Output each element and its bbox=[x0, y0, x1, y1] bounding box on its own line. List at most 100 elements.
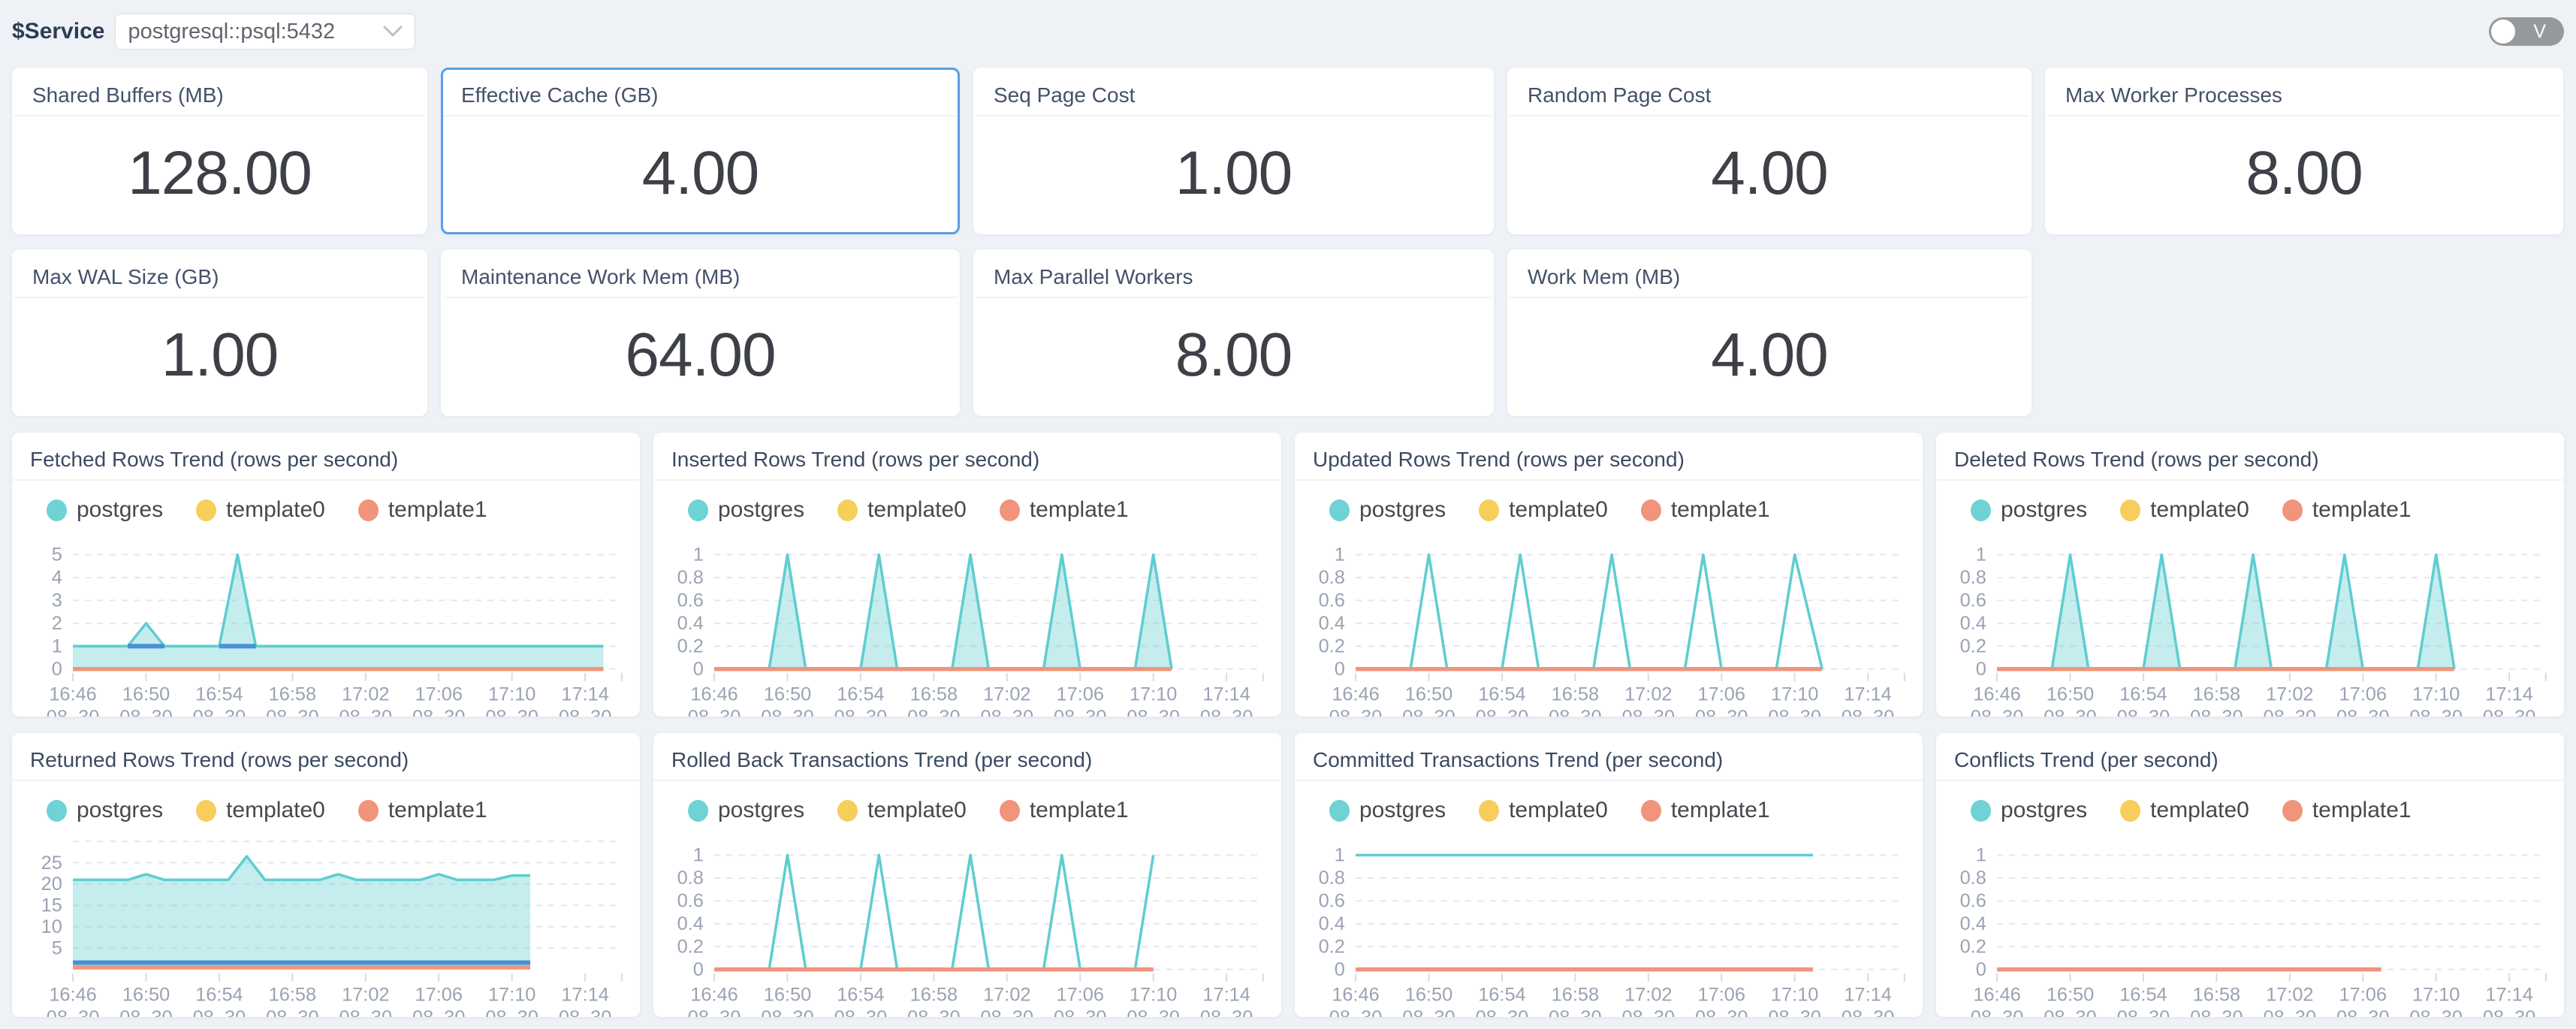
chart-canvas[interactable]: 00.20.40.60.8116:4608–3016:5008–3016:540… bbox=[1295, 825, 1923, 1017]
stat-card[interactable]: Random Page Cost 4.00 bbox=[1507, 68, 2032, 234]
chart-canvas[interactable]: 00.20.40.60.8116:4608–3016:5008–3016:540… bbox=[1295, 524, 1923, 717]
svg-text:0.4: 0.4 bbox=[1319, 913, 1345, 934]
stat-card-body: 4.00 bbox=[443, 116, 958, 231]
legend-label: postgres bbox=[77, 497, 163, 523]
legend-item[interactable]: template1 bbox=[1000, 798, 1129, 823]
legend-label: template0 bbox=[226, 798, 325, 823]
legend-item[interactable]: template0 bbox=[837, 497, 967, 523]
svg-text:08–30: 08–30 bbox=[412, 1007, 466, 1017]
chart-canvas[interactable]: 51015202516:4608–3016:5008–3016:5408–301… bbox=[12, 825, 640, 1017]
svg-text:0.2: 0.2 bbox=[1960, 936, 1986, 957]
svg-text:16:46: 16:46 bbox=[690, 683, 738, 705]
legend-label: template0 bbox=[1509, 497, 1608, 523]
svg-text:08–30: 08–30 bbox=[1768, 1007, 1821, 1017]
svg-text:16:58: 16:58 bbox=[1552, 683, 1599, 705]
legend-item[interactable]: postgres bbox=[1329, 798, 1446, 823]
svg-text:17:10: 17:10 bbox=[1771, 683, 1818, 705]
svg-text:3: 3 bbox=[52, 590, 62, 611]
chart-legend: postgres template0 template1 bbox=[1936, 481, 2564, 524]
svg-text:1: 1 bbox=[693, 845, 704, 866]
stat-card[interactable]: Effective Cache (GB) 4.00 bbox=[441, 68, 960, 234]
legend-item[interactable]: template1 bbox=[358, 798, 487, 823]
chart-panel: Committed Transactions Trend (per second… bbox=[1295, 733, 1923, 1017]
svg-text:17:02: 17:02 bbox=[2266, 984, 2313, 1005]
chart-canvas[interactable]: 00.20.40.60.8116:4608–3016:5008–3016:540… bbox=[653, 524, 1281, 717]
stat-card[interactable]: Maintenance Work Mem (MB) 64.00 bbox=[441, 249, 960, 416]
svg-text:17:02: 17:02 bbox=[983, 683, 1030, 705]
svg-text:08–30: 08–30 bbox=[1971, 1007, 2024, 1017]
svg-text:08–30: 08–30 bbox=[907, 707, 961, 717]
chart-panel-header: Conflicts Trend (per second) bbox=[1936, 733, 2564, 781]
svg-text:08–30: 08–30 bbox=[2044, 1007, 2097, 1017]
legend-item[interactable]: template1 bbox=[2282, 798, 2412, 823]
toggle-label: V bbox=[2533, 21, 2546, 43]
view-toggle[interactable]: V bbox=[2489, 17, 2564, 46]
stat-card-header: Max WAL Size (GB) bbox=[14, 252, 425, 298]
legend-item[interactable]: template0 bbox=[196, 798, 325, 823]
chart-legend: postgres template0 template1 bbox=[1936, 781, 2564, 825]
legend-item[interactable]: template1 bbox=[2282, 497, 2412, 523]
svg-text:17:10: 17:10 bbox=[2412, 683, 2460, 705]
legend-item[interactable]: template0 bbox=[2120, 497, 2249, 523]
stat-card[interactable]: Max Parallel Workers 8.00 bbox=[973, 249, 1494, 416]
legend-item[interactable]: template0 bbox=[2120, 798, 2249, 823]
svg-text:0.8: 0.8 bbox=[1319, 868, 1345, 889]
legend-item[interactable]: template0 bbox=[196, 497, 325, 523]
svg-text:0.6: 0.6 bbox=[1319, 590, 1345, 611]
legend-dot-icon bbox=[1971, 800, 1991, 822]
stat-card[interactable]: Max Worker Processes 8.00 bbox=[2045, 68, 2563, 234]
chart-canvas[interactable]: 01234516:4608–3016:5008–3016:5408–3016:5… bbox=[12, 524, 640, 717]
svg-text:0: 0 bbox=[1976, 959, 1986, 980]
svg-text:08–30: 08–30 bbox=[119, 1007, 173, 1017]
chart-canvas[interactable]: 00.20.40.60.8116:4608–3016:5008–3016:540… bbox=[1936, 524, 2564, 717]
chart-canvas[interactable]: 00.20.40.60.8116:4608–3016:5008–3016:540… bbox=[1936, 825, 2564, 1017]
stat-card[interactable]: Max WAL Size (GB) 1.00 bbox=[12, 249, 427, 416]
stat-card-title: Seq Page Cost bbox=[994, 83, 1135, 107]
stat-card-header: Work Mem (MB) bbox=[1510, 252, 2029, 298]
svg-text:16:54: 16:54 bbox=[195, 984, 243, 1005]
legend-label: postgres bbox=[2001, 798, 2087, 823]
legend-item[interactable]: postgres bbox=[688, 497, 804, 523]
svg-text:08–30: 08–30 bbox=[1622, 707, 1676, 717]
stat-card[interactable]: Shared Buffers (MB) 128.00 bbox=[12, 68, 427, 234]
svg-text:17:06: 17:06 bbox=[1698, 683, 1745, 705]
svg-text:0: 0 bbox=[693, 659, 704, 680]
legend-dot-icon bbox=[358, 800, 379, 822]
legend-item[interactable]: template0 bbox=[1479, 798, 1608, 823]
svg-text:0.2: 0.2 bbox=[677, 635, 704, 656]
svg-text:16:50: 16:50 bbox=[122, 984, 170, 1005]
service-select[interactable]: postgresql::psql:5432 bbox=[115, 14, 415, 50]
svg-text:1: 1 bbox=[1335, 545, 1345, 566]
legend-item[interactable]: template1 bbox=[1641, 497, 1770, 523]
svg-text:4: 4 bbox=[52, 567, 62, 588]
svg-text:08–30: 08–30 bbox=[1200, 707, 1253, 717]
topbar: $Service postgresql::psql:5432 V bbox=[0, 0, 2576, 53]
stat-card-value: 1.00 bbox=[161, 320, 279, 391]
legend-item[interactable]: postgres bbox=[47, 497, 163, 523]
legend-item[interactable]: template0 bbox=[1479, 497, 1608, 523]
stat-card-header: Max Parallel Workers bbox=[976, 252, 1492, 298]
stat-card-value: 8.00 bbox=[1175, 320, 1293, 391]
svg-text:08–30: 08–30 bbox=[1402, 1007, 1455, 1017]
stat-card-title: Random Page Cost bbox=[1528, 83, 1711, 107]
chart-panel: Rolled Back Transactions Trend (per seco… bbox=[653, 733, 1281, 1017]
legend-item[interactable]: template1 bbox=[1000, 497, 1129, 523]
svg-text:08–30: 08–30 bbox=[1054, 1007, 1107, 1017]
svg-text:0: 0 bbox=[1335, 659, 1345, 680]
legend-item[interactable]: template0 bbox=[837, 798, 967, 823]
chart-row-2: Returned Rows Trend (rows per second) po… bbox=[12, 733, 2564, 1017]
svg-text:1: 1 bbox=[1976, 845, 1986, 866]
legend-item[interactable]: postgres bbox=[1971, 798, 2087, 823]
legend-item[interactable]: template1 bbox=[358, 497, 487, 523]
stat-card-title: Maintenance Work Mem (MB) bbox=[461, 265, 740, 288]
chart-canvas[interactable]: 00.20.40.60.8116:4608–3016:5008–3016:540… bbox=[653, 825, 1281, 1017]
svg-text:17:06: 17:06 bbox=[415, 683, 463, 705]
legend-item[interactable]: postgres bbox=[1329, 497, 1446, 523]
legend-item[interactable]: postgres bbox=[1971, 497, 2087, 523]
legend-item[interactable]: template1 bbox=[1641, 798, 1770, 823]
stat-card[interactable]: Seq Page Cost 1.00 bbox=[973, 68, 1494, 234]
legend-item[interactable]: postgres bbox=[688, 798, 804, 823]
legend-item[interactable]: postgres bbox=[47, 798, 163, 823]
stat-card[interactable]: Work Mem (MB) 4.00 bbox=[1507, 249, 2032, 416]
stat-card-body: 128.00 bbox=[14, 116, 425, 231]
